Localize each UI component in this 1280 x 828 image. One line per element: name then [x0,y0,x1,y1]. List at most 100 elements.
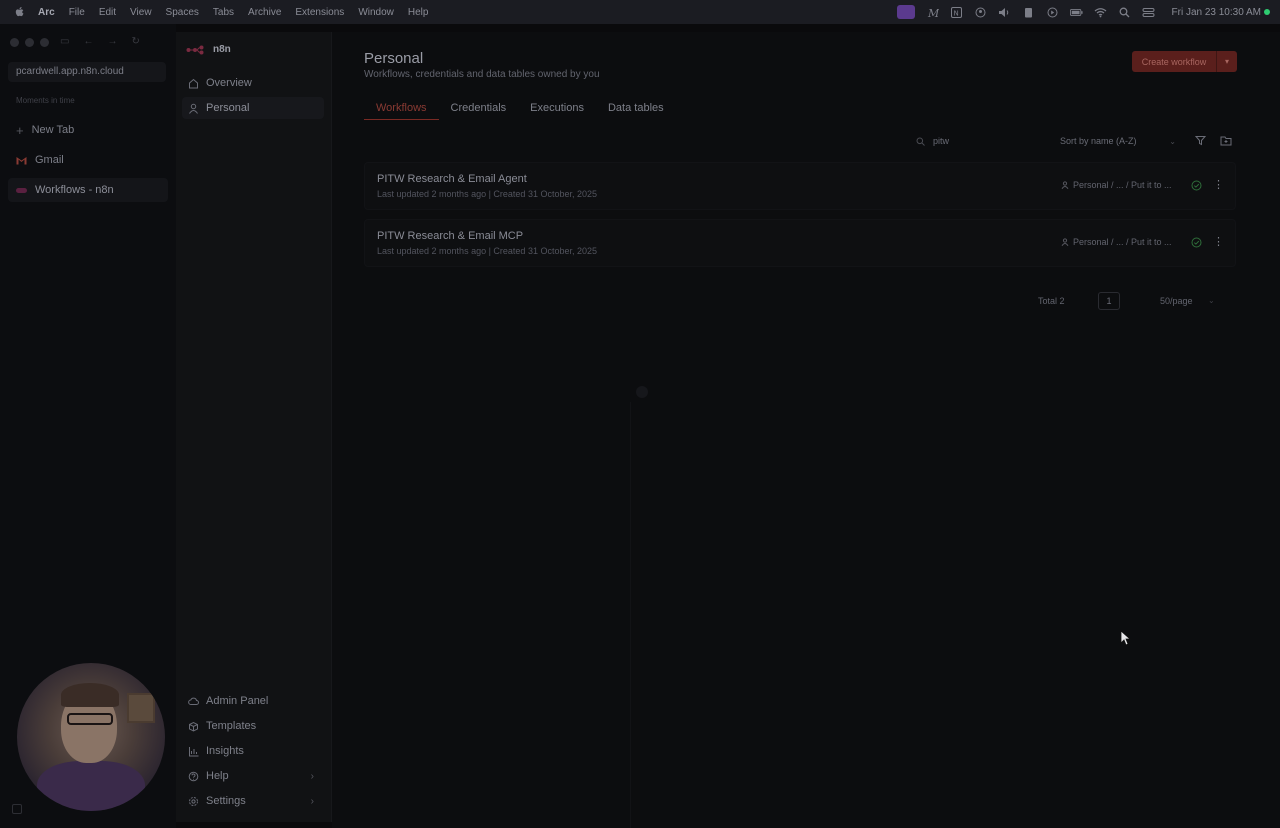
tab-workflows[interactable]: Workflows [364,100,439,120]
nav-templates[interactable]: Templates [182,715,324,737]
search-icon[interactable] [1118,7,1131,18]
arc-toolbar: ▭ ← → ↻ [60,36,140,47]
archive-icon[interactable] [12,804,22,814]
webcam-hair [61,683,119,707]
url-bar[interactable]: pcardwell.app.n8n.cloud [8,62,166,82]
control-center-icon[interactable] [1142,7,1155,18]
notion-icon[interactable]: N [950,6,963,18]
nav-overview[interactable]: Overview [182,72,324,94]
main-content: Personal Workflows, credentials and data… [332,32,1280,828]
play-circle-icon[interactable] [1046,7,1059,18]
apple-icon[interactable] [14,6,26,18]
arc-tab-workflows-n8n[interactable]: Workflows - n8n [8,178,168,202]
window-controls [10,38,49,47]
menu-help[interactable]: Help [408,7,429,18]
n8n-logo-icon [186,45,204,54]
menu-edit[interactable]: Edit [99,7,116,18]
chevron-down-icon[interactable]: ▾ [1217,57,1237,66]
create-workflow-label: Create workflow [1141,56,1207,67]
nav-admin-panel[interactable]: Admin Panel [182,690,324,712]
nav-label: Help [206,770,229,782]
owner-path: Personal / ... / Put it to ... [1073,180,1172,190]
sidebar-toggle-icon[interactable]: ▭ [60,36,69,47]
picture-frame [127,693,155,723]
gear-icon [189,796,198,806]
home-icon [189,78,198,88]
user-circle-icon[interactable] [974,7,987,18]
nav-personal[interactable]: Personal [182,97,324,119]
volume-icon[interactable] [998,7,1011,18]
arc-tab-new-tab[interactable]: + New Tab [8,118,168,142]
active-check-icon [1191,180,1202,191]
menubar-clock[interactable]: Fri Jan 23 10:30 AM [1172,7,1262,18]
page-title: Personal [364,50,424,67]
menu-archive[interactable]: Archive [248,7,281,18]
more-options-icon[interactable]: ⋮ [1213,179,1224,191]
page-subtitle: Workflows, credentials and data tables o… [364,69,600,80]
reload-icon[interactable]: ↻ [131,36,139,47]
arc-tab-gmail[interactable]: Gmail [8,148,168,172]
workflow-owner-badge[interactable]: Personal / ... / Put it to ... [1061,237,1172,247]
forward-arrow-icon[interactable]: → [107,36,117,47]
workflow-name[interactable]: PITW Research & Email Agent [377,173,527,185]
workflow-card[interactable]: PITW Research & Email MCP Last updated 2… [364,219,1236,267]
close-window-button[interactable] [10,38,19,47]
workflow-name[interactable]: PITW Research & Email MCP [377,230,523,242]
filter-icon[interactable] [1195,135,1206,146]
menu-file[interactable]: File [69,7,85,18]
nav-insights[interactable]: Insights [182,740,324,762]
menu-spaces[interactable]: Spaces [166,7,199,18]
plus-icon: + [16,122,24,138]
workflow-owner-badge[interactable]: Personal / ... / Put it to ... [1061,180,1172,190]
sort-select[interactable]: Sort by name (A-Z) ⌄ [1054,132,1182,150]
page-number-button[interactable]: 1 [1098,292,1120,310]
zoom-window-button[interactable] [40,38,49,47]
create-workflow-button[interactable]: Create workflow ▾ [1132,51,1237,72]
battery-icon[interactable] [1069,7,1083,18]
tab-data-tables[interactable]: Data tables [596,100,676,120]
nav-help[interactable]: Help › [182,765,324,787]
cloud-icon [188,697,199,705]
minimize-window-button[interactable] [25,38,34,47]
arc-tab-label: Workflows - n8n [35,184,114,196]
menu-extensions[interactable]: Extensions [295,7,344,18]
page-size-select[interactable]: 50/page [1160,296,1193,306]
screen-record-icon[interactable] [896,5,915,19]
clipboard-icon[interactable] [1022,7,1035,18]
tab-executions[interactable]: Executions [518,100,596,120]
search-icon [916,137,925,146]
menu-view[interactable]: View [130,7,152,18]
project-tabs: Workflows Credentials Executions Data ta… [364,100,676,120]
workflow-meta: Last updated 2 months ago | Created 31 O… [377,189,597,199]
workflow-meta: Last updated 2 months ago | Created 31 O… [377,246,597,256]
add-folder-icon[interactable] [1220,135,1232,146]
user-icon [1061,238,1069,246]
nav-label: Overview [206,77,252,89]
menu-app-name[interactable]: Arc [38,7,55,18]
workflow-card[interactable]: PITW Research & Email Agent Last updated… [364,162,1236,210]
brand-name: n8n [213,44,231,55]
nav-label: Templates [206,720,257,732]
pinned-section-label: Moments in time [16,96,75,105]
n8n-logo[interactable]: n8n [186,44,231,55]
webcam-shirt [37,761,145,811]
webcam-glasses [67,713,113,725]
menu-window[interactable]: Window [358,7,394,18]
m-app-icon[interactable]: M [926,7,939,18]
menu-tabs[interactable]: Tabs [213,7,234,18]
back-arrow-icon[interactable]: ← [83,36,93,47]
user-icon [1061,181,1069,189]
total-count: Total 2 [1038,296,1065,306]
tab-credentials[interactable]: Credentials [439,100,519,120]
nav-settings[interactable]: Settings › [182,790,324,812]
nav-label: Admin Panel [206,695,269,707]
owner-path: Personal / ... / Put it to ... [1073,237,1172,247]
n8n-sidebar: n8n Overview Personal Admin Panel Templa… [176,32,332,822]
chevron-down-icon[interactable]: ⌄ [1208,296,1215,305]
box-icon [189,721,198,732]
wifi-icon[interactable] [1094,7,1107,18]
arc-tab-label: New Tab [31,124,75,136]
more-options-icon[interactable]: ⋮ [1213,236,1224,248]
workflow-search-input[interactable]: pitw [912,132,1042,150]
help-circle-icon [188,771,199,781]
